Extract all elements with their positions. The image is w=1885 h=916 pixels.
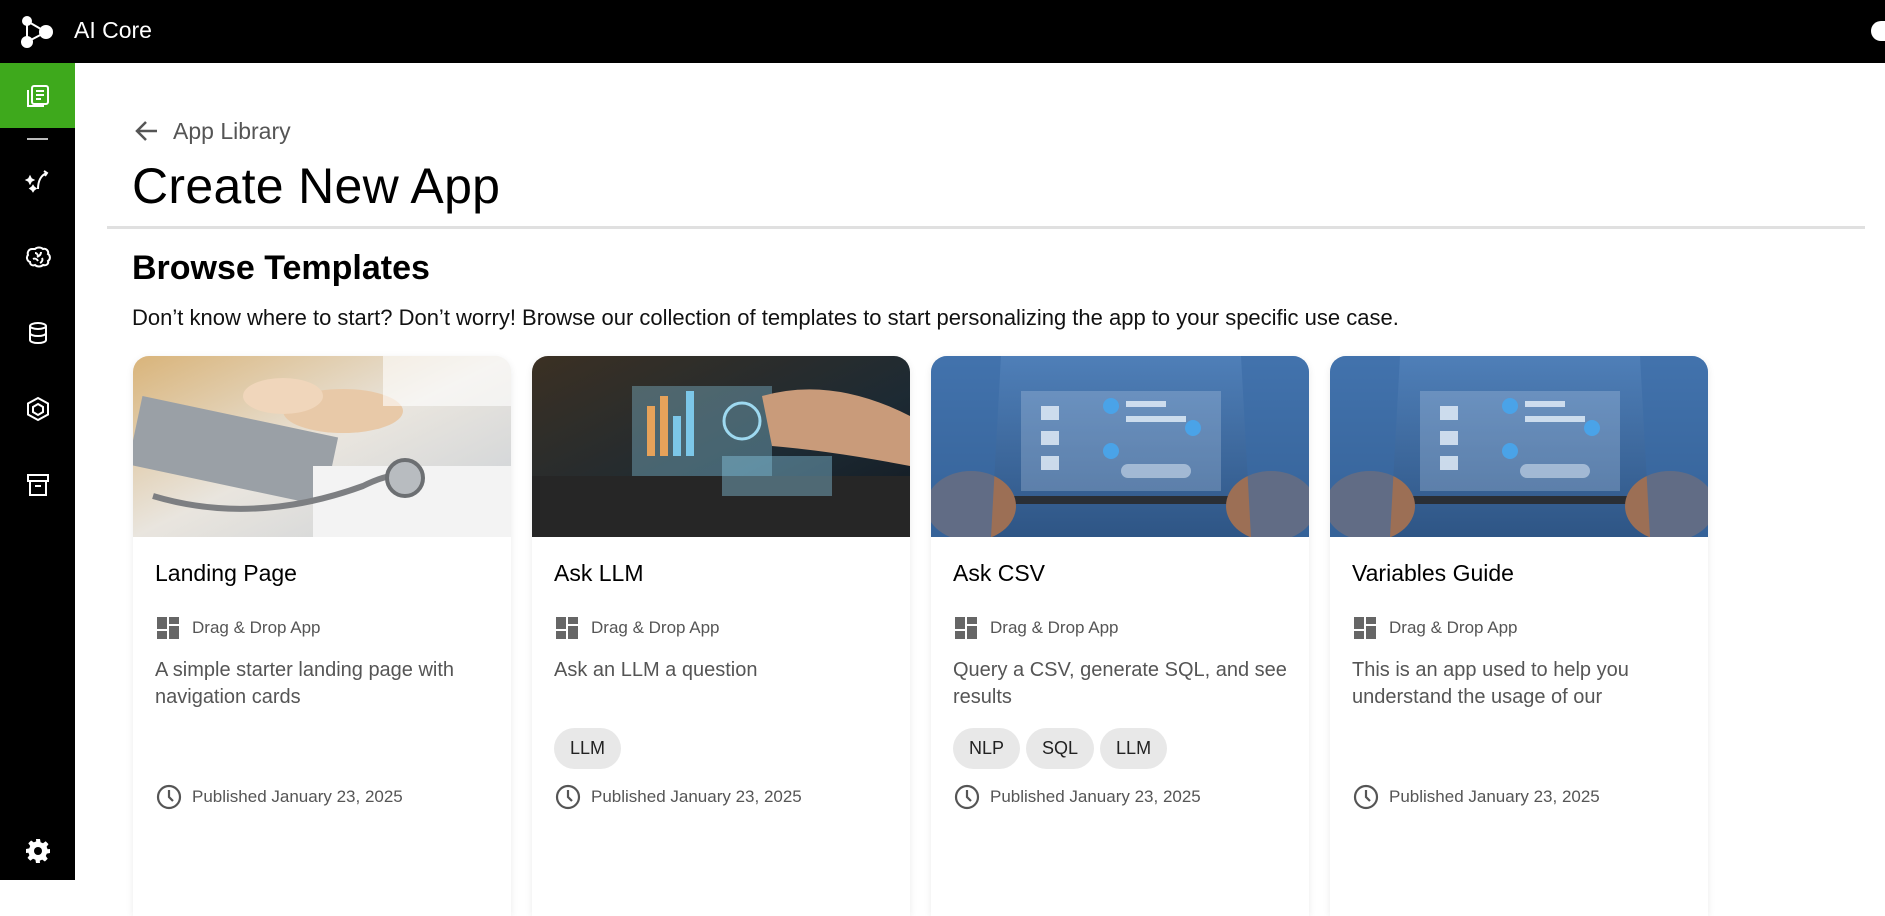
card-tags: NLP SQL LLM xyxy=(953,728,1168,769)
sidebar-item-app-library[interactable] xyxy=(0,63,75,128)
breadcrumb[interactable]: App Library xyxy=(133,117,291,145)
page-title: Create New App xyxy=(132,158,501,214)
sidebar-item-vector[interactable] xyxy=(0,381,75,437)
template-card-landing-page[interactable]: Landing Page Drag & Drop App A simple st… xyxy=(133,356,511,916)
top-bar: AI Core xyxy=(0,0,1885,63)
tag-chip[interactable]: NLP xyxy=(953,728,1021,769)
template-cards: Landing Page Drag & Drop App A simple st… xyxy=(133,356,1708,916)
card-type: Drag & Drop App xyxy=(155,615,321,641)
sidebar-item-prompt[interactable] xyxy=(0,153,75,209)
card-published-label: Published January 23, 2025 xyxy=(192,787,403,806)
card-title: Variables Guide xyxy=(1352,560,1514,586)
card-type: Drag & Drop App xyxy=(554,615,720,641)
card-title: Ask LLM xyxy=(554,560,644,586)
archive-icon xyxy=(26,474,49,496)
card-type-label: Drag & Drop App xyxy=(1389,618,1518,637)
brain-icon xyxy=(25,246,51,268)
card-tags: LLM xyxy=(554,728,622,769)
sidebar-item-settings[interactable] xyxy=(0,823,75,879)
clock-icon xyxy=(555,784,581,810)
card-published: Published January 23, 2025 xyxy=(1352,783,1600,811)
dashboard-icon xyxy=(1354,617,1376,639)
template-card-ask-llm[interactable]: Ask LLM Drag & Drop App Ask an LLM a que… xyxy=(532,356,910,916)
dashboard-icon xyxy=(955,617,977,639)
sidebar xyxy=(0,63,75,880)
card-published: Published January 23, 2025 xyxy=(155,783,403,811)
card-title: Landing Page xyxy=(155,560,297,586)
arrow-left-icon[interactable] xyxy=(133,117,161,145)
section-title: Browse Templates xyxy=(132,249,430,287)
logo-icon[interactable] xyxy=(18,13,56,51)
template-card-variables-guide[interactable]: Variables Guide Drag & Drop App This is … xyxy=(1330,356,1708,916)
card-type: Drag & Drop App xyxy=(953,615,1119,641)
card-published-label: Published January 23, 2025 xyxy=(1389,787,1600,806)
card-published-label: Published January 23, 2025 xyxy=(990,787,1201,806)
card-image xyxy=(532,356,910,537)
tag-chip[interactable]: LLM xyxy=(1100,728,1168,769)
card-description: This is an app used to help you understa… xyxy=(1352,659,1629,708)
cube-icon xyxy=(26,396,49,422)
card-description: Query a CSV, generate SQL, and see resul… xyxy=(953,659,1287,708)
card-image xyxy=(1330,356,1708,537)
card-type-label: Drag & Drop App xyxy=(192,618,321,637)
prompt-icon xyxy=(24,170,48,193)
template-card-ask-csv[interactable]: Ask CSV Drag & Drop App Query a CSV, gen… xyxy=(931,356,1309,916)
card-type: Drag & Drop App xyxy=(1352,615,1518,641)
breadcrumb-label[interactable]: App Library xyxy=(173,118,291,145)
sidebar-item-models[interactable] xyxy=(0,229,75,285)
dashboard-icon xyxy=(157,617,179,639)
card-type-label: Drag & Drop App xyxy=(591,618,720,637)
gear-icon xyxy=(25,839,50,863)
clock-icon xyxy=(954,784,980,810)
card-image xyxy=(931,356,1309,537)
title-divider xyxy=(107,226,1865,229)
card-published: Published January 23, 2025 xyxy=(953,783,1201,811)
main-content: App Library Create New App Browse Templa… xyxy=(75,63,1885,916)
section-description: Don’t know where to start? Don’t worry! … xyxy=(132,305,1399,330)
clock-icon xyxy=(156,784,182,810)
card-published: Published January 23, 2025 xyxy=(554,783,802,811)
tag-chip[interactable]: SQL xyxy=(1026,728,1095,769)
sidebar-divider xyxy=(27,138,48,140)
card-type-label: Drag & Drop App xyxy=(990,618,1119,637)
sidebar-item-archive[interactable] xyxy=(0,457,75,513)
user-avatar[interactable] xyxy=(1871,21,1885,41)
app-title: AI Core xyxy=(74,17,152,43)
database-icon xyxy=(28,322,47,345)
card-image xyxy=(133,356,511,537)
card-description: A simple starter landing page with navig… xyxy=(155,659,455,708)
clock-icon xyxy=(1353,784,1379,810)
card-published-label: Published January 23, 2025 xyxy=(591,787,802,806)
dashboard-icon xyxy=(556,617,578,639)
library-icon xyxy=(26,84,49,107)
tag-chip[interactable]: LLM xyxy=(554,728,622,769)
sidebar-item-storage[interactable] xyxy=(0,305,75,361)
card-description: Ask an LLM a question xyxy=(554,659,758,681)
card-title: Ask CSV xyxy=(953,560,1046,586)
